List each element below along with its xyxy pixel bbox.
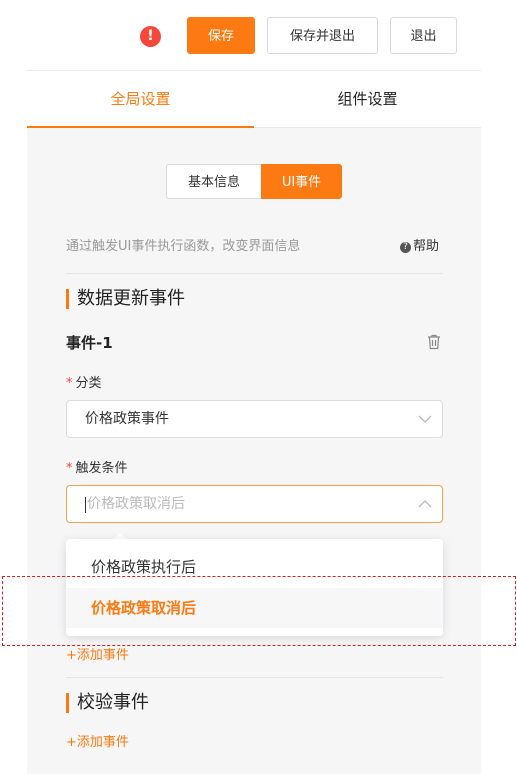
divider xyxy=(66,273,443,274)
text-caret xyxy=(85,497,86,513)
help-link[interactable]: ? 帮助 xyxy=(400,235,439,254)
event-title: 事件-1 xyxy=(66,334,113,352)
trigger-label-text: 触发条件 xyxy=(75,461,128,476)
add-validation-event-link[interactable]: +添加事件 xyxy=(66,731,129,750)
category-select-value: 价格政策事件 xyxy=(85,411,169,427)
segment-ui-event[interactable]: UI事件 xyxy=(261,164,342,199)
section-title-validation: 校验事件 xyxy=(66,693,149,713)
trash-icon[interactable] xyxy=(427,334,441,350)
required-mark: * xyxy=(66,376,73,391)
tab-global-settings-label: 全局设置 xyxy=(110,90,171,108)
tab-component-settings-label: 组件设置 xyxy=(337,90,398,108)
chevron-down-icon xyxy=(418,415,432,423)
save-button[interactable]: 保存 xyxy=(187,17,255,54)
trigger-label: * 触发条件 xyxy=(66,457,128,476)
required-mark: * xyxy=(66,461,73,476)
chevron-up-icon xyxy=(418,500,432,508)
category-select[interactable]: 价格政策事件 xyxy=(66,400,443,438)
divider xyxy=(66,677,443,678)
exit-button[interactable]: 退出 xyxy=(390,17,457,54)
category-label: * 分类 xyxy=(66,372,102,391)
category-label-text: 分类 xyxy=(75,376,102,391)
error-alert-icon[interactable]: ! xyxy=(140,26,161,47)
section-title-data-update: 数据更新事件 xyxy=(66,289,185,309)
settings-tabs: 全局设置 组件设置 xyxy=(27,71,481,128)
active-tab-indicator xyxy=(27,126,254,128)
add-event-link[interactable]: +添加事件 xyxy=(66,644,129,663)
tab-component-settings[interactable]: 组件设置 xyxy=(254,71,481,127)
help-icon: ? xyxy=(400,242,411,253)
segment-basic-info[interactable]: 基本信息 xyxy=(166,164,261,199)
tab-global-settings[interactable]: 全局设置 xyxy=(27,71,254,128)
hint-text: 通过触发UI事件执行函数，改变界面信息 xyxy=(66,239,301,254)
save-and-exit-button[interactable]: 保存并退出 xyxy=(267,17,378,54)
trigger-select-placeholder: 价格政策取消后 xyxy=(87,496,185,512)
trigger-select[interactable]: 价格政策取消后 xyxy=(66,485,443,523)
annotation-highlight-box xyxy=(2,576,516,646)
help-label: 帮助 xyxy=(413,239,440,254)
